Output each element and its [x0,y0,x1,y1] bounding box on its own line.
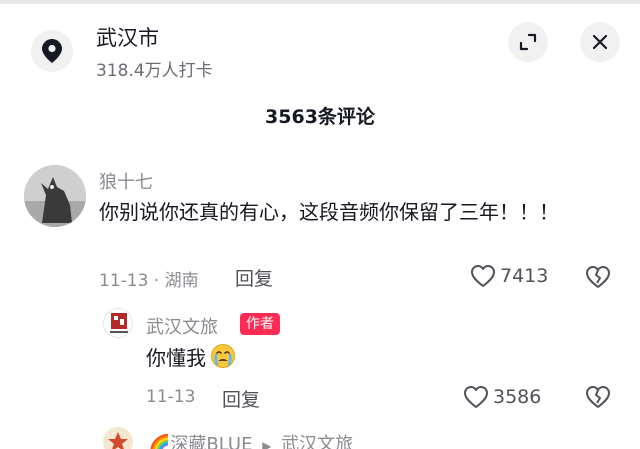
location-pin-icon [31,30,73,72]
dislike-button[interactable] [585,385,611,409]
like-button[interactable]: 7413 [470,264,548,288]
broken-heart-icon [586,386,610,408]
broken-heart-icon [586,266,610,288]
heart-icon [464,386,488,408]
reply-button[interactable]: 回复 [235,264,273,291]
reply-username[interactable]: 🌈深藏BLUE [148,434,252,449]
reply-avatar-author[interactable] [103,308,133,338]
expand-icon [519,33,537,51]
author-badge: 作者 [240,313,280,335]
reply-text: 你懂我 [146,342,236,379]
location-title[interactable]: 武汉市 [96,22,159,52]
like-count: 7413 [500,265,549,287]
heart-icon [471,265,495,287]
dislike-button[interactable] [585,265,611,289]
reply-button[interactable]: 回复 [222,385,260,412]
reply-username-line: 🌈深藏BLUE ▶ 武汉文旅 [148,430,353,449]
reply-username[interactable]: 武汉文旅 [146,313,218,339]
reply-date: 11-13 [146,387,196,407]
comment-username[interactable]: 狼十七 [99,168,153,194]
location-header: 武汉市 318.4万人打卡 [0,4,640,88]
reply-to-arrow-icon: ▶ [262,439,272,449]
close-button[interactable] [580,22,620,62]
avatar[interactable] [24,165,86,227]
close-icon [592,34,608,50]
like-count: 3586 [493,386,542,408]
like-button[interactable]: 3586 [463,385,541,409]
reply-to-username[interactable]: 武汉文旅 [281,434,353,449]
crying-emoji-icon [210,343,236,379]
comment-text: 你别说你还真的有心，这段音频你保留了三年！！！ [99,200,559,224]
comment-count-title: 3563条评论 [265,106,375,128]
checkin-count: 318.4万人打卡 [96,61,213,81]
comment-date-location: 11-13 · 湖南 [99,271,199,291]
reply-avatar[interactable] [103,427,133,449]
expand-button[interactable] [508,22,548,62]
